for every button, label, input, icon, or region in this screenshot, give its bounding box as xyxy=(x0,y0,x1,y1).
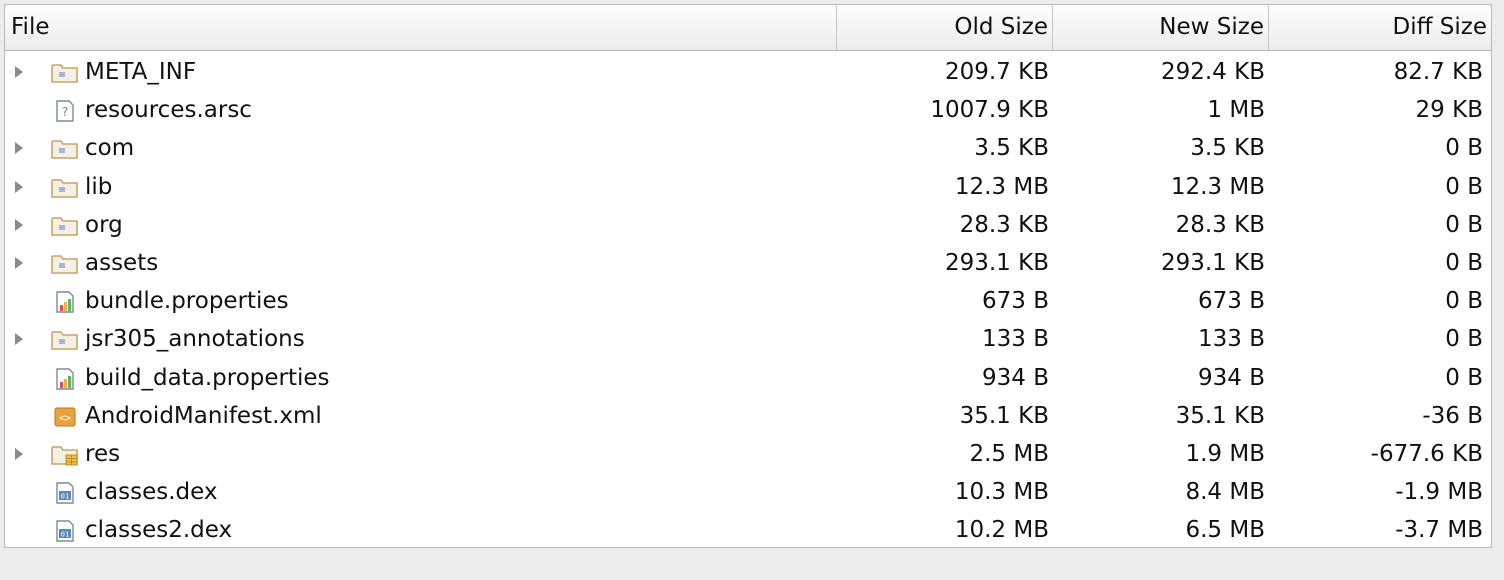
disclosure-triangle-icon[interactable] xyxy=(13,244,25,282)
table-row[interactable]: 01 classes.dex 10.3 MB 8.4 MB -1.9 MB xyxy=(5,473,1491,511)
table-header: File Old Size New Size Diff Size xyxy=(5,5,1491,51)
new-size-cell: 292.4 KB xyxy=(1160,59,1265,85)
new-size-cell: 28.3 KB xyxy=(1175,211,1265,238)
file-name: res xyxy=(85,440,121,467)
table-row[interactable]: com 3.5 KB 3.5 KB 0 B xyxy=(5,129,1491,167)
diff-size-cell: -3.7 MB xyxy=(1395,517,1483,544)
diff-size-cell: -677.6 KB xyxy=(1370,440,1483,467)
diff-size-cell: 0 B xyxy=(1445,326,1483,353)
file-name: AndroidManifest.xml xyxy=(85,402,322,429)
unknown-file-icon: ? xyxy=(51,100,79,122)
svg-text:01: 01 xyxy=(61,531,69,539)
old-size-cell: 934 B xyxy=(982,364,1049,391)
old-size-cell: 293.1 KB xyxy=(944,249,1049,276)
old-size-cell: 673 B xyxy=(982,288,1049,315)
diff-size-cell: -1.9 MB xyxy=(1395,479,1483,506)
old-size-cell: 1007.9 KB xyxy=(930,97,1049,124)
diff-size-cell: 0 B xyxy=(1445,135,1483,162)
diff-size-cell: 0 B xyxy=(1445,288,1483,315)
dex-file-icon: 01 xyxy=(51,482,79,504)
table-row[interactable]: <> AndroidManifest.xml 35.1 KB 35.1 KB -36 B xyxy=(5,397,1491,435)
column-header-file[interactable]: File xyxy=(5,5,837,50)
column-header-new-size[interactable]: New Size xyxy=(1053,5,1269,50)
diff-size-cell: 0 B xyxy=(1445,211,1483,238)
table-row[interactable]: build_data.properties 934 B 934 B 0 B xyxy=(5,359,1491,397)
new-size-cell: 673 B xyxy=(1198,288,1265,315)
table-row[interactable]: ? resources.arsc 1007.9 KB 1 MB 29 KB xyxy=(5,91,1491,129)
folder-icon xyxy=(51,62,79,84)
svg-text:01: 01 xyxy=(61,493,69,501)
file-name: assets xyxy=(85,249,159,276)
column-header-old-size[interactable]: Old Size xyxy=(837,5,1053,50)
diff-size-cell: 0 B xyxy=(1445,364,1483,391)
table-row[interactable]: bundle.properties 673 B 673 B 0 B xyxy=(5,282,1491,320)
folder-icon xyxy=(51,215,79,237)
new-size-cell: 1 MB xyxy=(1207,97,1265,124)
old-size-cell: 12.3 MB xyxy=(954,173,1049,200)
table-row[interactable]: org 28.3 KB 28.3 KB 0 B xyxy=(5,206,1491,244)
old-size-cell: 28.3 KB xyxy=(959,211,1049,238)
folder-icon xyxy=(51,177,79,199)
disclosure-triangle-icon[interactable] xyxy=(13,129,25,167)
file-name: build_data.properties xyxy=(85,364,330,391)
disclosure-triangle-icon[interactable] xyxy=(13,435,25,473)
size-diff-table: File Old Size New Size Diff Size META_IN… xyxy=(4,4,1492,548)
resource-folder-icon xyxy=(51,444,79,466)
file-name: META_INF xyxy=(85,59,197,85)
disclosure-triangle-icon[interactable] xyxy=(13,206,25,244)
file-name: classes.dex xyxy=(85,479,218,506)
svg-text:<>: <> xyxy=(59,413,71,424)
table-body: META_INF 209.7 KB 292.4 KB 82.7 KB? resource… xyxy=(5,53,1491,547)
file-name: classes2.dex xyxy=(85,517,233,544)
disclosure-triangle-icon[interactable] xyxy=(13,320,25,358)
file-name: com xyxy=(85,135,135,162)
file-name: lib xyxy=(85,173,113,200)
properties-file-icon xyxy=(51,367,79,390)
file-name: resources.arsc xyxy=(85,97,252,124)
apk-diff-window: File Old Size New Size Diff Size META_IN… xyxy=(0,0,1504,580)
old-size-cell: 10.2 MB xyxy=(954,517,1049,544)
diff-size-cell: 0 B xyxy=(1445,173,1483,200)
old-size-cell: 35.1 KB xyxy=(959,402,1049,429)
column-header-diff-size[interactable]: Diff Size xyxy=(1269,5,1491,50)
properties-file-icon xyxy=(51,291,79,313)
new-size-cell: 3.5 KB xyxy=(1190,135,1265,162)
file-name: jsr305_annotations xyxy=(85,326,305,353)
new-size-cell: 8.4 MB xyxy=(1185,479,1265,506)
table-row[interactable]: 01 classes2.dex 10.2 MB 6.5 MB -3.7 MB xyxy=(5,511,1491,547)
disclosure-triangle-icon[interactable] xyxy=(13,53,25,91)
new-size-cell: 133 B xyxy=(1198,326,1265,353)
svg-text:?: ? xyxy=(62,105,68,119)
old-size-cell: 209.7 KB xyxy=(944,59,1049,85)
folder-icon xyxy=(51,138,79,160)
table-row[interactable]: lib 12.3 MB 12.3 MB 0 B xyxy=(5,168,1491,206)
dex-file-icon: 01 xyxy=(51,520,79,542)
new-size-cell: 1.9 MB xyxy=(1185,440,1265,467)
new-size-cell: 293.1 KB xyxy=(1160,249,1265,276)
disclosure-triangle-icon[interactable] xyxy=(13,168,25,206)
new-size-cell: 35.1 KB xyxy=(1175,402,1265,429)
xml-file-icon: <> xyxy=(51,406,79,428)
file-name: bundle.properties xyxy=(85,288,289,315)
table-row[interactable]: jsr305_annotations 133 B 133 B 0 B xyxy=(5,320,1491,358)
new-size-cell: 6.5 MB xyxy=(1185,517,1265,544)
old-size-cell: 133 B xyxy=(982,326,1049,353)
table-row[interactable]: assets 293.1 KB 293.1 KB 0 B xyxy=(5,244,1491,282)
folder-icon xyxy=(51,253,79,275)
table-row[interactable]: META_INF 209.7 KB 292.4 KB 82.7 KB xyxy=(5,53,1491,91)
old-size-cell: 2.5 MB xyxy=(969,440,1049,467)
diff-size-cell: 0 B xyxy=(1445,249,1483,276)
old-size-cell: 3.5 KB xyxy=(974,135,1049,162)
folder-icon xyxy=(51,329,79,351)
table-row[interactable]: res 2.5 MB 1.9 MB -677.6 KB xyxy=(5,435,1491,473)
diff-size-cell: -36 B xyxy=(1422,402,1483,429)
new-size-cell: 934 B xyxy=(1198,364,1265,391)
file-name: org xyxy=(85,211,123,238)
old-size-cell: 10.3 MB xyxy=(954,479,1049,506)
diff-size-cell: 82.7 KB xyxy=(1393,59,1483,85)
new-size-cell: 12.3 MB xyxy=(1170,173,1265,200)
diff-size-cell: 29 KB xyxy=(1415,97,1483,124)
